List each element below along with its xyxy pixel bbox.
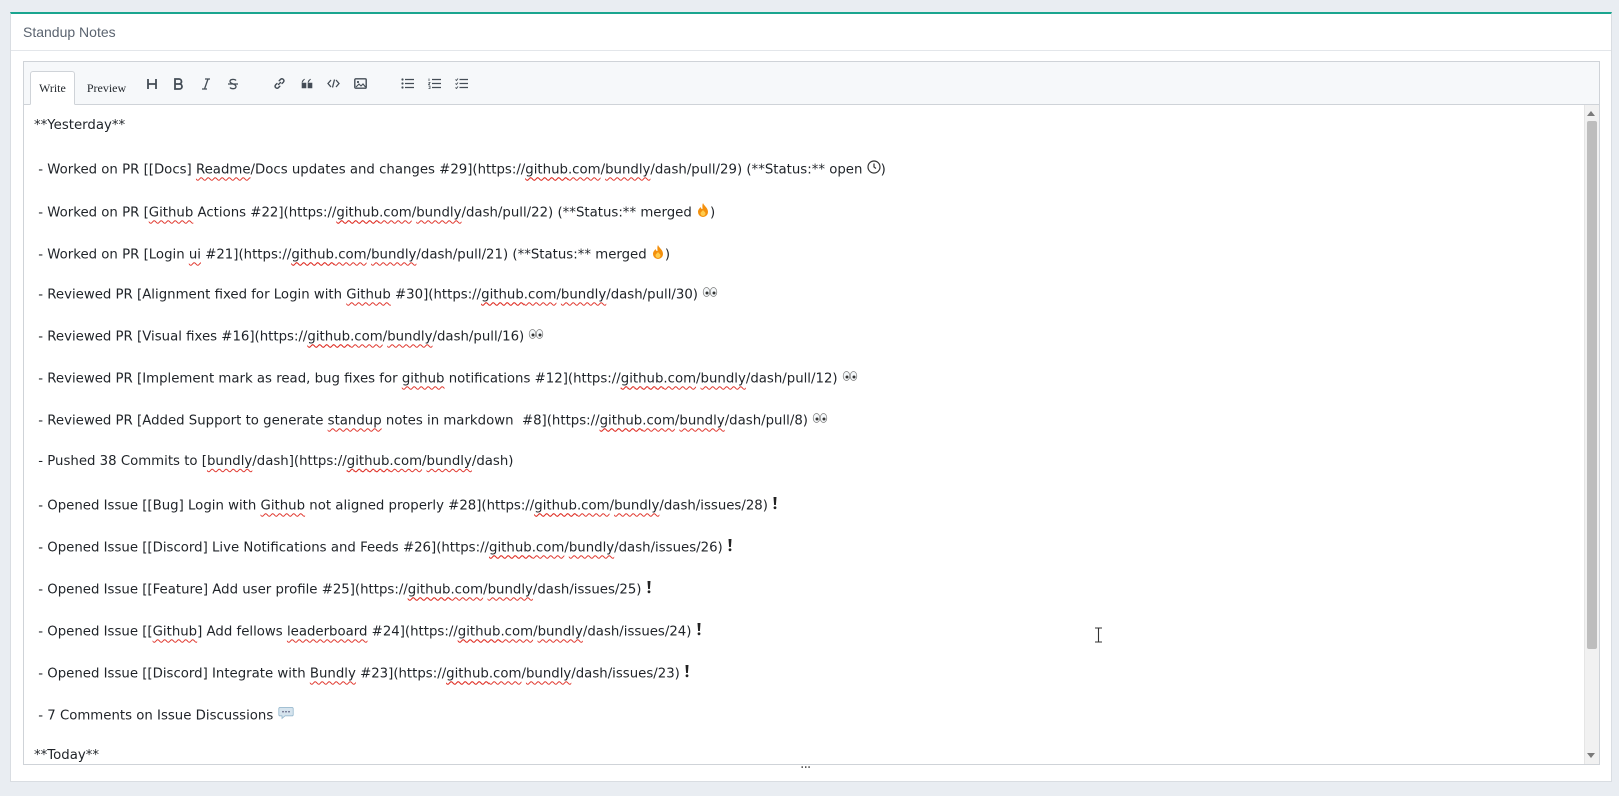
scroll-up-arrow[interactable] <box>1587 111 1595 116</box>
markdown-editor: Write Preview **Yesterday** - Worked on … <box>23 61 1600 765</box>
text-cursor-icon <box>1095 627 1102 643</box>
editor-line-text: - Reviewed PR [Implement mark as read, b… <box>34 371 842 387</box>
editor-line: - Worked on PR [Login ui #21](https://gi… <box>34 244 1599 286</box>
scroll-thumb[interactable] <box>1587 121 1597 649</box>
editor-line-text: - Reviewed PR [Alignment fixed for Login… <box>34 287 703 303</box>
editor-line: **Today** <box>34 748 1599 764</box>
link-icon[interactable] <box>266 71 293 97</box>
italic-icon[interactable] <box>192 71 219 97</box>
exclamation-icon <box>727 538 733 557</box>
editor-line: - Reviewed PR [Visual fixes #16](https:/… <box>34 328 1599 370</box>
task-list-icon[interactable] <box>448 71 475 97</box>
eyes-icon <box>842 370 858 387</box>
editor-line: - Reviewed PR [Alignment fixed for Login… <box>34 286 1599 328</box>
editor-line-text: - 7 Comments on Issue Discussions <box>34 708 278 724</box>
exclamation-icon <box>772 496 778 515</box>
editor-line-text: - Reviewed PR [Added Support to generate… <box>34 413 813 429</box>
exclamation-icon <box>646 580 652 599</box>
eyes-icon <box>528 328 544 345</box>
code-icon[interactable] <box>320 71 347 97</box>
closing-paren: ) <box>664 247 671 263</box>
editor-line-text: - Worked on PR [Login ui #21](https://gi… <box>34 247 651 263</box>
panel-title: Standup Notes <box>11 14 1611 51</box>
resize-handle[interactable]: ... <box>800 756 811 772</box>
clock-icon <box>867 160 881 179</box>
editor-line: - Pushed 38 Commits to [bundly/dash](htt… <box>34 454 1599 496</box>
editor-toolbar: Write Preview <box>24 62 1599 105</box>
strikethrough-icon[interactable] <box>219 71 246 97</box>
ordered-list-icon[interactable] <box>421 71 448 97</box>
editor-line: - Worked on PR [[Docs] Readme/Docs updat… <box>34 160 1599 202</box>
formatting-tools <box>138 62 475 105</box>
speech-bubble-icon <box>277 706 294 725</box>
textarea-content: **Yesterday** - Worked on PR [[Docs] Rea… <box>24 105 1599 764</box>
eyes-icon <box>702 286 718 303</box>
editor-line-text: - Opened Issue [[Discord] Integrate with… <box>34 666 685 682</box>
editor-line-text: - Opened Issue [[Bug] Login with Github … <box>34 498 773 514</box>
exclamation-icon <box>696 622 702 641</box>
editor-line-text: - Reviewed PR [Visual fixes #16](https:/… <box>34 329 529 345</box>
closing-paren: ) <box>710 205 716 221</box>
editor-line-text: - Opened Issue [[Feature] Add user profi… <box>34 582 646 598</box>
editor-line-text: - Opened Issue [[Github] Add fellows lea… <box>34 624 696 640</box>
editor-line: - Opened Issue [[Bug] Login with Github … <box>34 496 1599 538</box>
editor-line: - Worked on PR [Github Actions #22](http… <box>34 202 1599 244</box>
editor-line: - Opened Issue [[Github] Add fellows lea… <box>34 622 1599 664</box>
scroll-down-arrow[interactable] <box>1587 753 1595 758</box>
editor-line: - 7 Comments on Issue Discussions <box>34 706 1599 748</box>
quote-icon[interactable] <box>293 71 320 97</box>
exclamation-icon <box>684 664 690 683</box>
editor-line-text: - Opened Issue [[Discord] Live Notificat… <box>34 540 727 556</box>
fire-icon <box>651 244 665 265</box>
editor-line: - Reviewed PR [Added Support to generate… <box>34 412 1599 454</box>
tab-preview[interactable]: Preview <box>79 71 134 105</box>
image-icon[interactable] <box>347 71 374 97</box>
bold-icon[interactable] <box>165 71 192 97</box>
closing-paren: ) <box>880 162 886 178</box>
editor-line: - Opened Issue [[Discord] Live Notificat… <box>34 538 1599 580</box>
editor-line: - Reviewed PR [Implement mark as read, b… <box>34 370 1599 412</box>
editor-line-text: **Yesterday** <box>34 118 126 133</box>
editor-line-text: **Today** <box>34 748 100 763</box>
fire-icon <box>696 202 710 223</box>
markdown-textarea[interactable]: **Yesterday** - Worked on PR [[Docs] Rea… <box>24 105 1599 764</box>
vertical-scrollbar[interactable] <box>1584 105 1599 764</box>
editor-line: **Yesterday** <box>34 118 1599 160</box>
editor-line-text: - Worked on PR [Github Actions #22](http… <box>34 205 696 221</box>
tab-write[interactable]: Write <box>30 71 75 105</box>
editor-line: - Opened Issue [[Discord] Integrate with… <box>34 664 1599 706</box>
editor-line-text: - Worked on PR [[Docs] Readme/Docs updat… <box>34 162 867 178</box>
heading-icon[interactable] <box>138 71 165 97</box>
eyes-icon <box>812 412 828 429</box>
editor-line: - Opened Issue [[Feature] Add user profi… <box>34 580 1599 622</box>
editor-line-text: - Pushed 38 Commits to [bundly/dash](htt… <box>34 454 514 469</box>
unordered-list-icon[interactable] <box>394 71 421 97</box>
